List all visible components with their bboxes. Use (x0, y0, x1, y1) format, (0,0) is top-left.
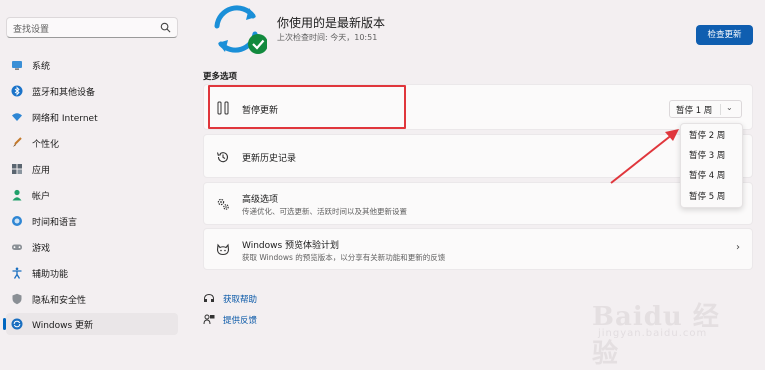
sidebar-item-gaming[interactable]: 游戏 (6, 236, 178, 258)
get-help-label: 获取帮助 (223, 295, 258, 305)
sidebar-item-time-language[interactable]: 时间和语言 (6, 210, 178, 232)
get-help-link[interactable]: 获取帮助 (203, 292, 303, 308)
help-icon (204, 294, 214, 302)
sidebar-item-label: 蓝牙和其他设备 (32, 88, 96, 98)
brush-icon (13, 137, 22, 147)
sidebar-item-bluetooth[interactable]: 蓝牙和其他设备 (6, 80, 178, 102)
pause-option[interactable]: 暂停 5 周 (689, 190, 725, 202)
sidebar-item-label: 系统 (32, 62, 51, 72)
wifi-icon (12, 113, 22, 121)
insider-program-card[interactable]: Windows 预览体验计划 获取 Windows 的预览版本，以分享有关新功能… (203, 228, 753, 270)
search-placeholder: 查找设置 (13, 25, 50, 35)
baidu-watermark: Baidu 经验 jingyan.baidu.com (592, 296, 732, 369)
accessibility-icon (12, 267, 22, 279)
sidebar-item-apps[interactable]: 应用 (6, 158, 178, 180)
update-history-label: 更新历史记录 (242, 154, 297, 164)
globe-clock-icon (12, 216, 22, 226)
status-title: 你使用的是最新版本 (277, 16, 386, 30)
search-input[interactable]: 查找设置 (6, 17, 178, 38)
search-icon (160, 22, 171, 33)
insider-program-description: 获取 Windows 的预览版本，以分享有关新功能和更新的反馈 (242, 253, 446, 262)
sidebar-item-system[interactable]: 系统 (6, 54, 178, 76)
pause-duration-select[interactable]: 暂停 1 周 ⌄ (669, 100, 742, 118)
bluetooth-icon (11, 85, 23, 97)
sidebar-item-label: 个性化 (32, 140, 60, 150)
shield-icon (12, 293, 22, 305)
advanced-options-label: 高级选项 (242, 195, 279, 205)
pause-option[interactable]: 暂停 4 周 (689, 169, 725, 181)
last-checked-time: 上次检查时间: 今天，10:51 (277, 33, 378, 42)
pause-option[interactable]: 暂停 2 周 (689, 129, 725, 141)
monitor-icon (12, 61, 22, 70)
sidebar-item-label: 辅助功能 (32, 270, 69, 280)
gamepad-icon (12, 244, 22, 250)
sidebar-item-label: Windows 更新 (32, 321, 94, 331)
more-options-heading: 更多选项 (203, 72, 238, 82)
sidebar: 查找设置 系统 蓝牙和其他设备 网络和 Internet 个性化 应用 帐户 时… (0, 0, 185, 362)
advanced-options-description: 传递优化、可选更新、活跃时间以及其他更新设置 (242, 207, 407, 216)
sidebar-item-label: 网络和 Internet (32, 114, 98, 124)
highlight-box (208, 85, 406, 129)
select-divider (720, 104, 721, 115)
insider-program-label: Windows 预览体验计划 (242, 241, 340, 251)
sidebar-item-label: 游戏 (32, 244, 51, 254)
sidebar-item-accounts[interactable]: 帐户 (6, 184, 178, 206)
chevron-down-icon: ⌄ (726, 103, 733, 112)
gears-icon (217, 198, 229, 210)
sidebar-item-privacy[interactable]: 隐私和安全性 (6, 288, 178, 310)
sidebar-item-label: 时间和语言 (32, 218, 78, 228)
watermark-url: jingyan.baidu.com (598, 328, 708, 339)
sidebar-item-network[interactable]: 网络和 Internet (6, 106, 178, 128)
give-feedback-link[interactable]: 提供反馈 (203, 313, 303, 329)
sidebar-item-windows-update[interactable]: Windows 更新 (3, 313, 178, 335)
update-icon (11, 318, 23, 330)
apps-icon (12, 164, 22, 174)
check-updates-button[interactable]: 检查更新 (696, 25, 753, 45)
sidebar-item-label: 隐私和安全性 (32, 296, 87, 306)
pause-duration-menu: 暂停 2 周 暂停 3 周 暂停 4 周 暂停 5 周 (680, 123, 743, 208)
give-feedback-label: 提供反馈 (223, 316, 258, 326)
sidebar-item-label: 应用 (32, 166, 51, 176)
pause-duration-value: 暂停 1 周 (676, 106, 713, 116)
update-status-icon (214, 5, 267, 54)
cat-icon (216, 243, 230, 256)
sidebar-item-label: 帐户 (32, 192, 51, 202)
sidebar-item-personalization[interactable]: 个性化 (6, 132, 178, 154)
chevron-right-icon: › (736, 242, 740, 253)
sidebar-item-accessibility[interactable]: 辅助功能 (6, 262, 178, 284)
history-icon (216, 152, 229, 163)
person-icon (12, 189, 22, 201)
pause-option[interactable]: 暂停 3 周 (689, 149, 725, 161)
feedback-icon (203, 314, 215, 325)
